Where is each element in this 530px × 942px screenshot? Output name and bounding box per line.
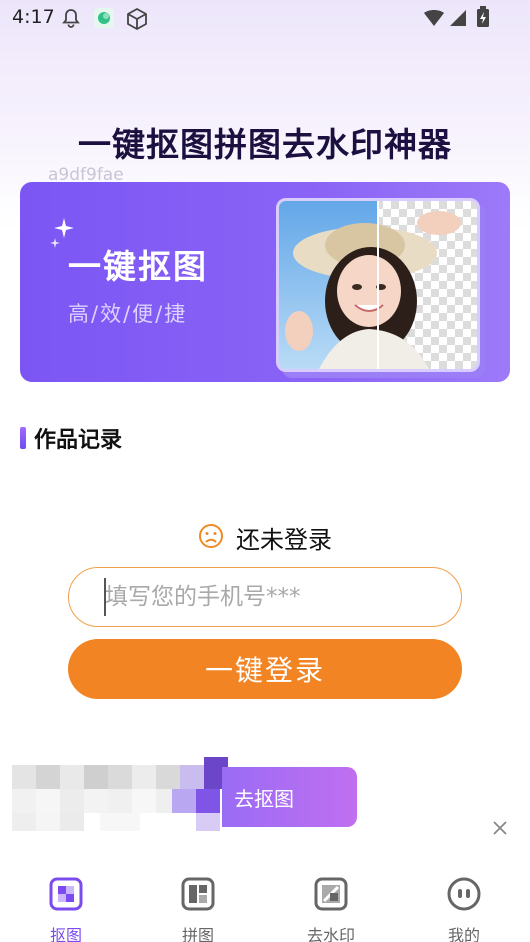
tab-label: 抠图: [49, 926, 82, 942]
sad-face-icon: [198, 523, 224, 553]
banner-photo: [276, 198, 480, 372]
banner-title: 一键抠图: [68, 247, 208, 286]
tab-remove-watermark[interactable]: 去水印: [281, 876, 381, 942]
notification-bell-icon: [60, 7, 82, 33]
bottom-tab-bar: 抠图 拼图 去水印 我的: [0, 862, 530, 942]
tab-label: 拼图: [181, 926, 214, 942]
close-icon[interactable]: [490, 818, 510, 838]
tab-label: 去水印: [306, 926, 355, 942]
app-icon: [93, 7, 115, 33]
go-cutout-button[interactable]: 去抠图: [222, 767, 357, 827]
cutout-banner[interactable]: 一键抠图 高/效/便/捷: [20, 182, 510, 382]
tab-profile[interactable]: 我的: [414, 876, 514, 942]
profile-icon: [446, 876, 482, 916]
wifi-icon: [423, 8, 445, 32]
signal-icon: [448, 8, 468, 32]
login-status-text: 还未登录: [236, 526, 332, 554]
banner-subtitle: 高/效/便/捷: [68, 302, 188, 326]
tab-cutout[interactable]: 抠图: [16, 876, 116, 942]
input-caret: [104, 578, 106, 616]
battery-charging-icon: [476, 6, 490, 32]
tab-collage[interactable]: 拼图: [148, 876, 248, 942]
section-accent-bar: [20, 427, 26, 449]
login-status: 还未登录: [0, 520, 530, 555]
cube-icon: [125, 7, 149, 35]
cutout-icon: [48, 876, 84, 916]
remove-watermark-icon: [313, 876, 349, 916]
ad-image-mosaic[interactable]: [12, 757, 242, 835]
collage-icon: [180, 876, 216, 916]
status-bar: 4:17: [0, 0, 530, 36]
app-title: 一键抠图拼图去水印神器: [78, 125, 452, 164]
status-time: 4:17: [12, 6, 55, 28]
tab-label: 我的: [447, 926, 480, 942]
section-header: 作品记录: [20, 424, 123, 453]
phone-input[interactable]: [68, 567, 462, 627]
section-title: 作品记录: [34, 428, 123, 453]
one-click-login-button[interactable]: 一键登录: [68, 639, 462, 699]
